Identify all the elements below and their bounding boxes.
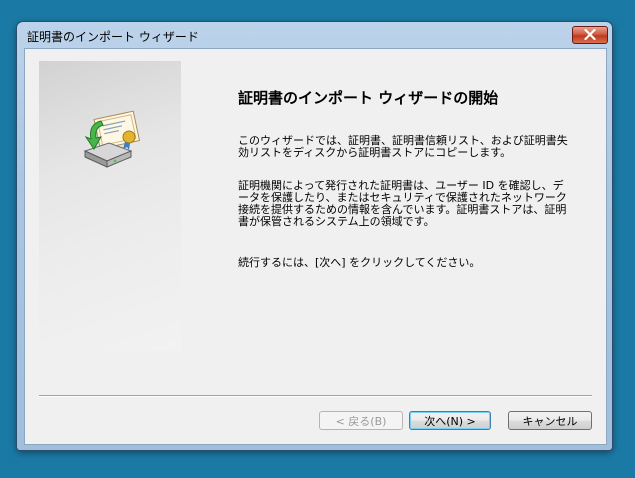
button-divider [39,395,592,397]
wizard-client-area: 証明書のインポート ウィザードの開始 このウィザードでは、証明書、証明書信頼リス… [24,48,607,445]
next-button[interactable]: 次へ(N) > [409,411,491,430]
close-button[interactable] [572,26,608,44]
title-bar[interactable]: 証明書のインポート ウィザード [17,22,612,48]
window-title: 証明書のインポート ウィザード [27,30,199,44]
intro-paragraph: このウィザードでは、証明書、証明書信頼リスト、および証明書失効リストをディスクか… [238,134,568,159]
cancel-button[interactable]: キャンセル [508,411,592,430]
back-button[interactable]: < 戻る(B) [319,411,403,430]
wizard-side-panel [39,61,181,351]
continue-instruction: 続行するには、[次へ] をクリックしてください。 [238,256,481,269]
certificate-import-icon [83,110,141,168]
wizard-window: 証明書のインポート ウィザード 証明書のインポート ウィザードの開始 このウィザ… [17,22,612,450]
description-paragraph: 証明機関によって発行された証明書は、ユーザー ID を確認し、データを保護したり… [238,179,567,228]
close-icon [584,29,596,40]
wizard-heading: 証明書のインポート ウィザードの開始 [238,89,499,107]
